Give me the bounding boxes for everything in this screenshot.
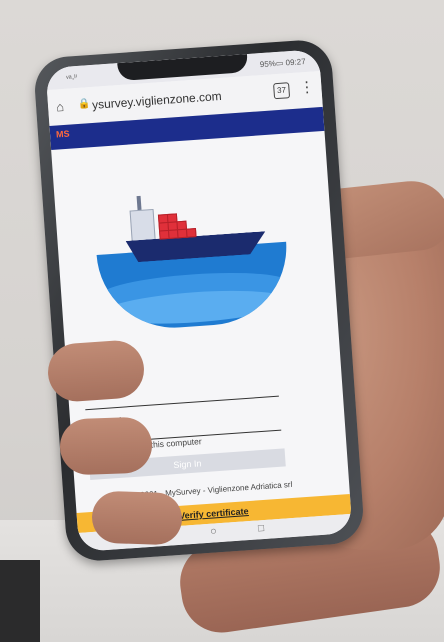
app-logo: MS (55, 128, 70, 140)
phone-screen: ᵛᵃ˖ᴵⁱ 95%▭ 09:27 ⌂ 🔒 ysurvey.viglienzone… (45, 49, 353, 552)
recent-apps-icon[interactable]: □ (258, 523, 265, 534)
dark-object (0, 560, 40, 642)
menu-icon[interactable]: ⋮ (299, 77, 315, 96)
ship-illustration (74, 170, 318, 336)
url-text[interactable]: ysurvey.viglienzone.com (92, 89, 223, 112)
signal-icon: ᵛᵃ˖ᴵⁱ (65, 72, 78, 83)
tabs-count-button[interactable]: 37 (273, 82, 291, 100)
lock-icon: 🔒 (77, 98, 91, 110)
nav-home-icon[interactable]: ○ (210, 525, 217, 537)
cargo-container (185, 228, 197, 238)
battery-icon: 95%▭ 09:27 (259, 56, 306, 70)
photo-scene: ᵛᵃ˖ᴵⁱ 95%▭ 09:27 ⌂ 🔒 ysurvey.viglienzone… (0, 0, 444, 642)
finger-middle (59, 416, 153, 476)
finger-index (46, 338, 146, 404)
finger-ring (91, 490, 183, 546)
home-icon[interactable]: ⌂ (56, 99, 65, 115)
ship-bridge (129, 208, 156, 243)
smartphone: ᵛᵃ˖ᴵⁱ 95%▭ 09:27 ⌂ 🔒 ysurvey.viglienzone… (32, 38, 366, 563)
